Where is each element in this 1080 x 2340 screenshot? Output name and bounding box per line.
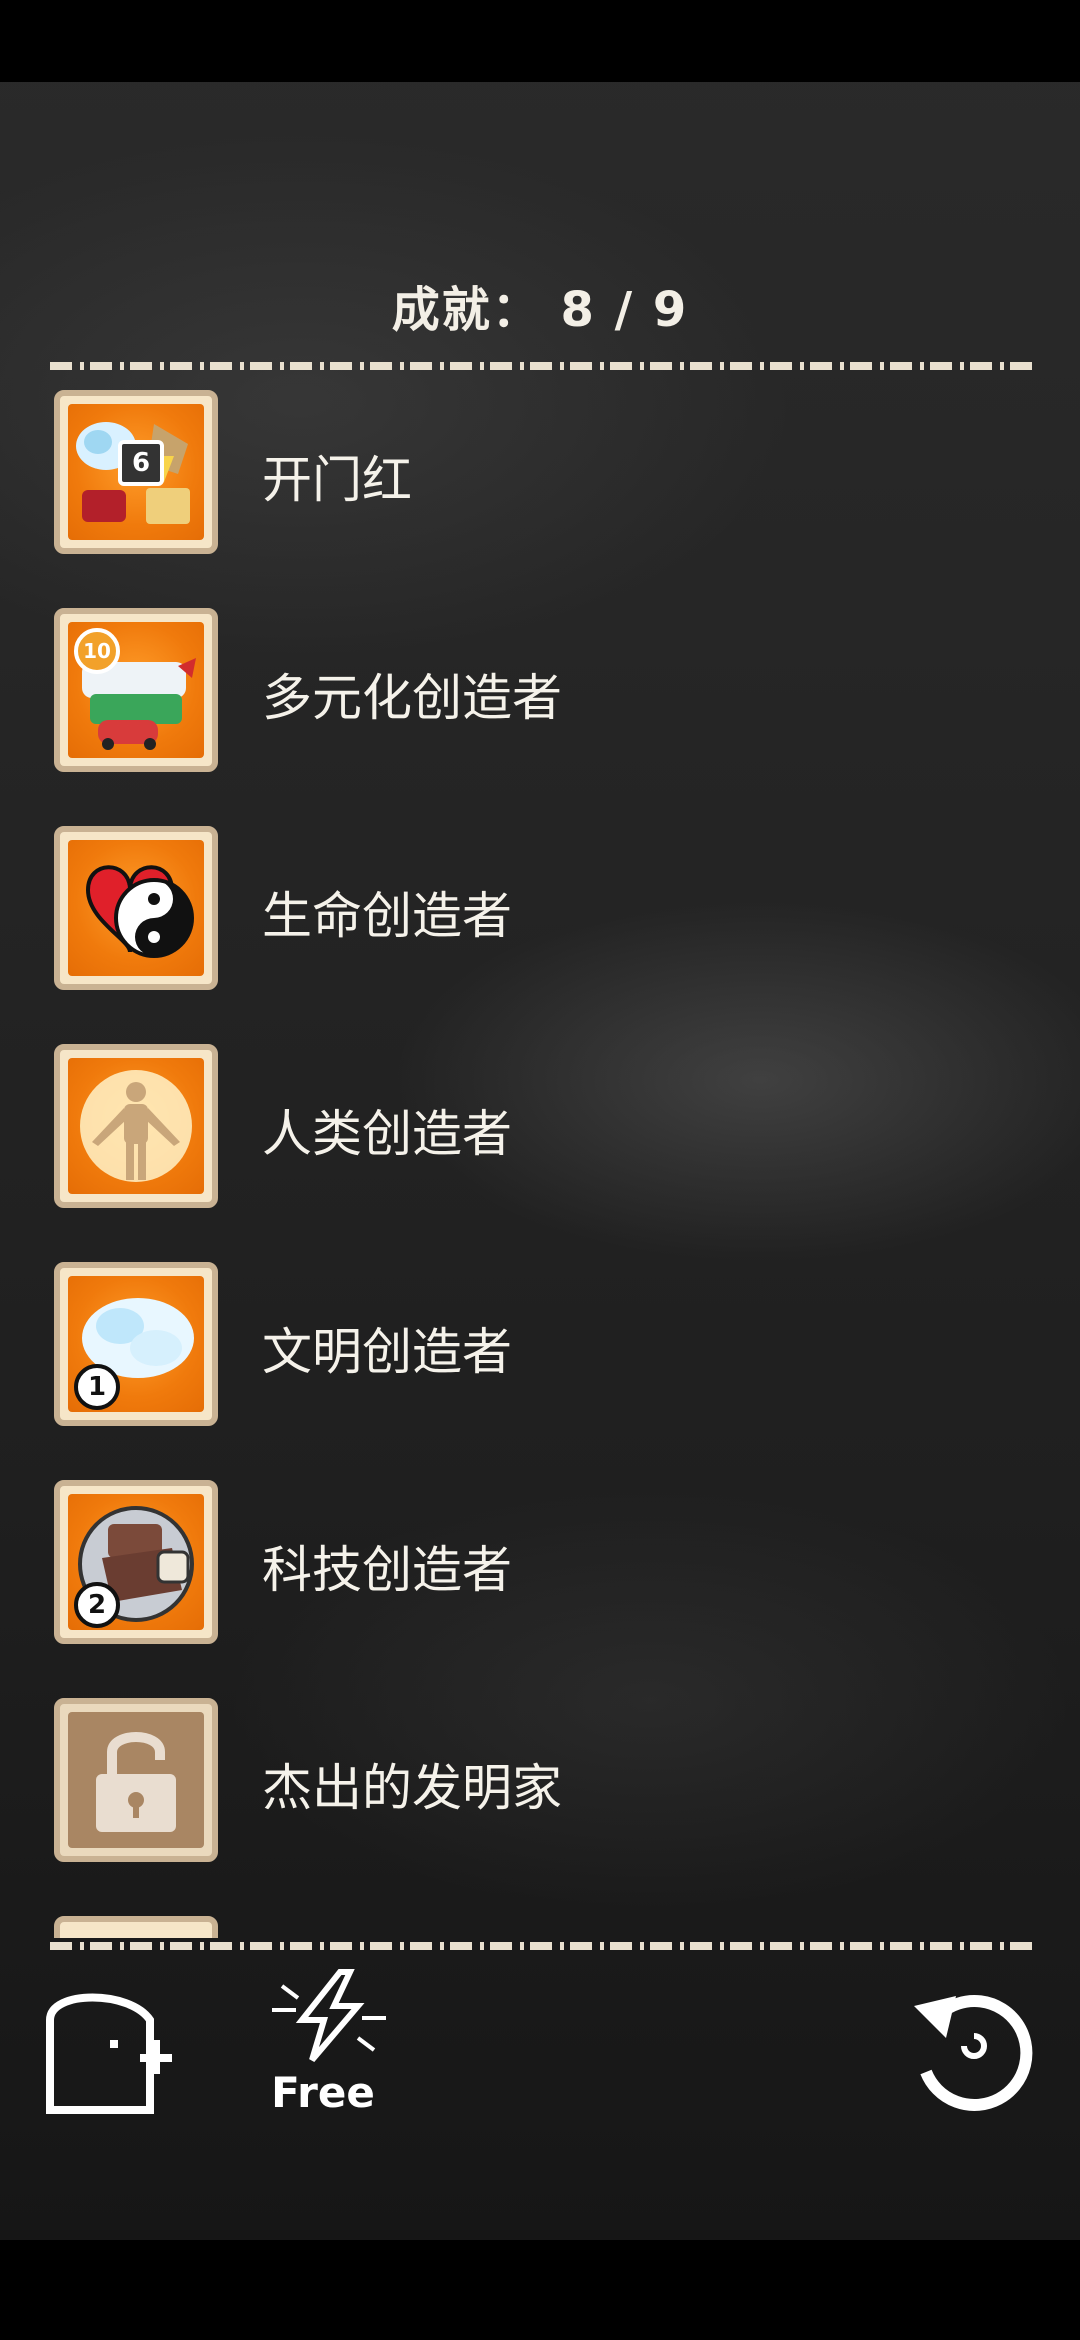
count-badge: 10 — [74, 628, 120, 674]
top-divider — [50, 362, 1036, 370]
resources-icon: 6 — [68, 404, 204, 540]
count-badge: 1 — [74, 1364, 120, 1410]
achievement-badge — [54, 826, 218, 990]
door-plus-icon — [46, 1993, 172, 2114]
achievement-badge: 6 — [54, 390, 218, 554]
achievement-row-2[interactable]: 10 多元化创造者 — [0, 608, 1080, 778]
page-title: 成就： 8 / 9 — [391, 282, 689, 338]
achievement-list[interactable]: 6 开门红 10 多元化创造者 生命创造者 人类创造者 1 文明创造者 2 科技… — [0, 390, 1080, 1938]
achievement-label: 文明创造者 — [262, 1323, 512, 1381]
achievement-badge: 10 — [54, 608, 218, 772]
free-label: Free — [271, 2068, 375, 2117]
achievement-badge — [54, 1916, 218, 1938]
achievement-label: 开门红 — [262, 451, 412, 509]
achievements-screen: 成就： 8 / 9 6 开门红 10 多元化创造者 生命创造者 人类创造者 1 … — [0, 0, 1080, 2340]
status-bar — [0, 0, 1080, 82]
count-badge: 6 — [118, 440, 164, 486]
human-figure-icon — [68, 1058, 204, 1194]
achievement-row-1[interactable]: 6 开门红 — [0, 390, 1080, 560]
count-badge: 2 — [74, 1582, 120, 1628]
achievement-row-7[interactable]: 杰出的发明家 — [0, 1698, 1080, 1868]
navigation-bar — [0, 2240, 1080, 2340]
achievement-label: 杰出的发明家 — [262, 1759, 562, 1817]
achievement-label: 多元化创造者 — [262, 669, 562, 727]
add-door-button[interactable] — [40, 1980, 190, 2120]
achievement-badge: 1 — [54, 1262, 218, 1426]
achievement-row-8-partial[interactable] — [0, 1916, 1080, 1938]
vehicles-icon: 10 — [68, 622, 204, 758]
achievement-row-5[interactable]: 1 文明创造者 — [0, 1262, 1080, 1432]
achievement-label: 生命创造者 — [262, 887, 512, 945]
achievement-badge — [54, 1044, 218, 1208]
reset-button[interactable] — [900, 1976, 1040, 2116]
tech-device-icon: 2 — [68, 1494, 204, 1630]
padlock-icon — [68, 1712, 204, 1848]
achievement-label: 科技创造者 — [262, 1541, 512, 1599]
lightning-icon — [272, 1969, 386, 2062]
achievement-label: 人类创造者 — [262, 1105, 512, 1163]
achievement-row-3[interactable]: 生命创造者 — [0, 826, 1080, 996]
free-boost-button[interactable] — [262, 1966, 392, 2076]
achievement-badge — [54, 1698, 218, 1862]
achievement-row-4[interactable]: 人类创造者 — [0, 1044, 1080, 1214]
cloud-icon: 1 — [68, 1276, 204, 1412]
bottom-divider — [50, 1942, 1036, 1950]
heart-yinyang-icon — [68, 840, 204, 976]
undo-icon — [914, 1995, 1033, 2111]
achievement-row-6[interactable]: 2 科技创造者 — [0, 1480, 1080, 1650]
achievement-badge: 2 — [54, 1480, 218, 1644]
